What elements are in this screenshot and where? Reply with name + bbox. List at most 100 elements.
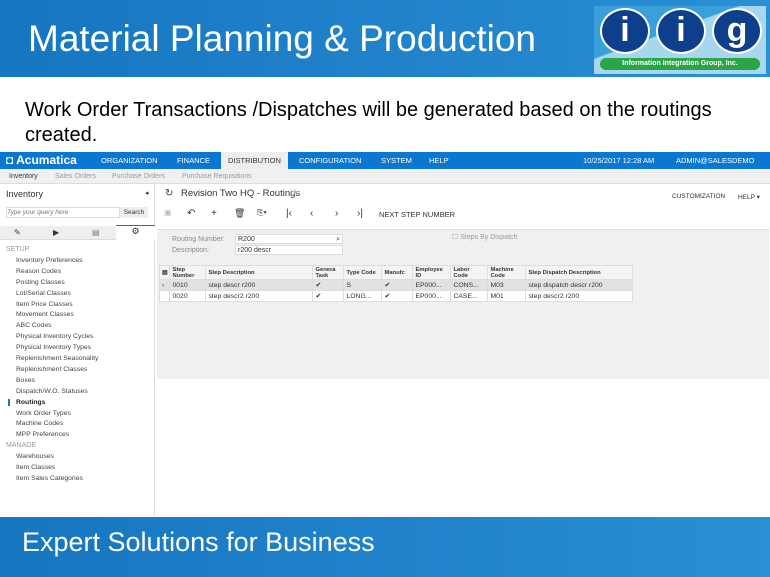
- tree-item[interactable]: Item Classes: [16, 464, 55, 471]
- column-header[interactable]: Manufc: [381, 265, 414, 280]
- tree-item[interactable]: Work Order Types: [16, 410, 71, 417]
- subnav-sales-orders[interactable]: Sales Orders: [55, 169, 96, 184]
- tree-item[interactable]: Reason Codes: [16, 268, 61, 275]
- nav-configuration[interactable]: CONFIGURATION: [299, 152, 361, 169]
- tree-item[interactable]: Replenishment Classes: [16, 366, 87, 373]
- steps-by-dispatch-checkbox[interactable]: ☐ Steps By Dispatch: [452, 233, 517, 241]
- save-icon[interactable]: ▣: [164, 208, 172, 217]
- datetime: 10/25/2017 12:28 AM: [583, 156, 655, 165]
- subnav-purchase-orders[interactable]: Purchase Orders: [112, 169, 165, 184]
- tree-item[interactable]: Physical Inventory Types: [16, 344, 91, 351]
- checkbox-cell[interactable]: ✔: [381, 279, 414, 291]
- tree-item[interactable]: Dispatch/W.O. Statuses: [16, 388, 88, 395]
- tree-item[interactable]: ABC Codes: [16, 322, 52, 329]
- table-row[interactable]: › 0010 step descr r200 ✔ S ✔ EP000... CONS... M0…: [158, 279, 634, 291]
- grid-cell[interactable]: EP000...: [412, 290, 452, 302]
- tree-item[interactable]: MPP Preferences: [16, 431, 69, 438]
- tree-item[interactable]: Inventory Preferences: [16, 257, 83, 264]
- grid-cell[interactable]: M01: [487, 290, 527, 302]
- column-header[interactable]: Step Description: [205, 265, 314, 280]
- column-header[interactable]: Machine Code: [487, 265, 527, 280]
- row-indicator: [158, 290, 171, 302]
- brand-logo[interactable]: ◘ Acumatica: [6, 152, 77, 169]
- gear-icon[interactable]: ⚙: [116, 225, 155, 240]
- tree-item[interactable]: Item Price Classes: [16, 301, 73, 308]
- row-indicator: ›: [158, 279, 171, 291]
- add-icon[interactable]: +: [211, 208, 217, 219]
- page-title: Revision Two HQ - Routings: [181, 188, 301, 199]
- tree-item[interactable]: Physical Inventory Cycles: [16, 333, 93, 340]
- checkbox-cell[interactable]: ✔: [312, 290, 345, 302]
- grid-cell[interactable]: CASE...: [450, 290, 489, 302]
- previous-record-icon[interactable]: ‹: [310, 208, 313, 219]
- grid-cell[interactable]: LONG...: [343, 290, 383, 302]
- left-panel: Inventory Search ◂ ✎ ▶ ▤ ⚙ SETUP Inventor…: [0, 184, 155, 516]
- subnav-inventory[interactable]: Inventory: [9, 169, 38, 185]
- undo-icon[interactable]: ↶: [187, 208, 195, 219]
- routing-number-input[interactable]: R200 ⌕: [235, 234, 343, 244]
- search-button[interactable]: Search: [120, 207, 148, 218]
- tree-item[interactable]: Item Sales Categories: [16, 475, 83, 482]
- grid-cell[interactable]: step dispatch descr r200: [525, 279, 634, 291]
- refresh-icon[interactable]: ↻: [165, 188, 173, 199]
- customization-menu[interactable]: CUSTOMIZATION: [672, 193, 725, 200]
- acumatica-icon: ◘: [6, 153, 17, 167]
- checkbox-cell[interactable]: ✔: [312, 279, 345, 291]
- star-icon[interactable]: ★: [291, 187, 299, 198]
- column-header[interactable]: Step Number: [169, 265, 207, 280]
- delete-icon[interactable]: 🗑: [234, 208, 245, 219]
- tree-item[interactable]: Replenishment Seasonality: [16, 355, 98, 362]
- grid-cell[interactable]: CONS...: [450, 279, 489, 291]
- grid-cell[interactable]: 0020: [169, 290, 207, 302]
- grid-cell[interactable]: 0010: [169, 279, 207, 291]
- subnav-purchase-requisitions[interactable]: Purchase Requisitions: [182, 169, 252, 184]
- checkbox-cell[interactable]: ✔: [381, 290, 414, 302]
- tree-item[interactable]: Machine Codes: [16, 420, 63, 427]
- tree-item[interactable]: Routings: [8, 398, 45, 406]
- grid-cell[interactable]: step descr2 r200: [205, 290, 314, 302]
- next-record-icon[interactable]: ›: [335, 208, 338, 219]
- grid-cell[interactable]: S: [343, 279, 383, 291]
- description-input[interactable]: r200 descr: [235, 245, 343, 255]
- collapse-arrow-icon[interactable]: ◂: [145, 189, 149, 197]
- grid-cell[interactable]: step descr2 r200: [525, 290, 634, 302]
- tree-item[interactable]: Warehouses: [16, 453, 54, 460]
- tree-item[interactable]: Boxes: [16, 377, 35, 384]
- help-menu[interactable]: HELP ▾: [738, 193, 760, 201]
- last-record-icon[interactable]: ›|: [357, 208, 363, 219]
- nav-distribution[interactable]: DISTRIBUTION: [221, 152, 288, 169]
- report-icon[interactable]: ▤: [92, 228, 100, 237]
- routing-form: Routing Number: R200 ⌕ Description: r200 …: [157, 229, 769, 379]
- nav-organization[interactable]: ORGANIZATION: [101, 152, 158, 169]
- pencil-icon[interactable]: ✎: [14, 228, 21, 237]
- tree-section-setup[interactable]: SETUP: [6, 246, 29, 253]
- copy-paste-icon[interactable]: ⎘▾: [257, 208, 267, 218]
- tree-item[interactable]: Posting Classes: [16, 279, 65, 286]
- search-icon[interactable]: ⌕: [336, 235, 342, 244]
- description-label: Description:: [172, 247, 209, 254]
- tree-item[interactable]: Movement Classes: [16, 311, 74, 318]
- nav-system[interactable]: SYSTEM: [381, 152, 412, 169]
- routing-number-label: Routing Number:: [172, 236, 225, 243]
- tree-section-manage[interactable]: MANAGE: [6, 442, 36, 449]
- first-record-icon[interactable]: |‹: [286, 208, 292, 219]
- search-input[interactable]: [6, 207, 120, 218]
- grid-cell[interactable]: EP000...: [412, 279, 452, 291]
- tree-item[interactable]: Lot/Serial Classes: [16, 290, 71, 297]
- footer-text: Expert Solutions for Business: [22, 527, 375, 557]
- grid-settings-icon[interactable]: ▤: [158, 265, 171, 280]
- column-header[interactable]: Labor Code: [450, 265, 489, 280]
- nav-help[interactable]: HELP: [429, 152, 449, 169]
- user-menu[interactable]: ADMIN@SALESDEMO: [676, 152, 754, 169]
- main-content: ↻ Revision Two HQ - Routings ★ CUSTOMIZA…: [155, 184, 770, 516]
- grid-cell[interactable]: M03: [487, 279, 527, 291]
- next-step-number-button[interactable]: NEXT STEP NUMBER: [379, 210, 455, 219]
- grid-cell[interactable]: step descr r200: [205, 279, 314, 291]
- table-row[interactable]: 0020 step descr2 r200 ✔ LONG... ✔ EP000... CAS…: [158, 290, 634, 302]
- nav-finance[interactable]: FINANCE: [177, 152, 210, 169]
- play-icon[interactable]: ▶: [53, 228, 59, 237]
- column-header[interactable]: Genera Task: [312, 265, 345, 280]
- column-header[interactable]: Type Code: [343, 265, 383, 280]
- column-header[interactable]: Step Dispatch Description: [525, 265, 634, 280]
- column-header[interactable]: Employee ID: [412, 265, 452, 280]
